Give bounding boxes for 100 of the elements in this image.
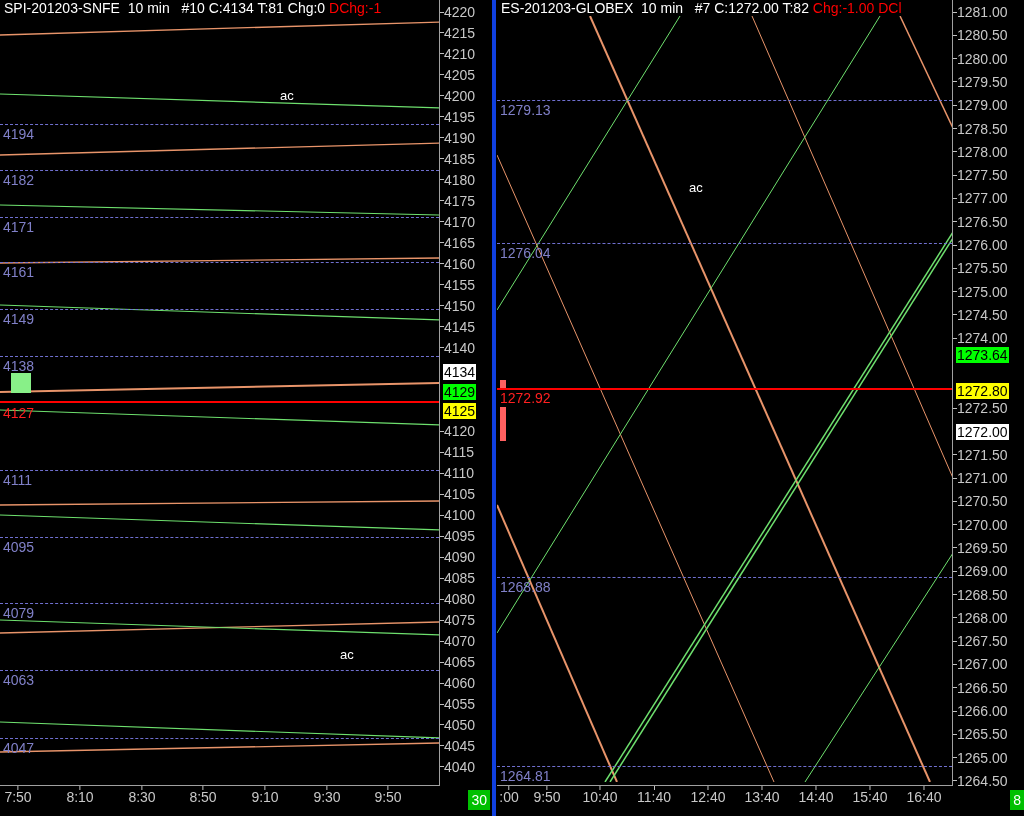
level-label: 4182: [3, 173, 35, 187]
price-tick-label: 1268.00: [957, 610, 1008, 625]
price-tick-label: 4070: [444, 634, 476, 649]
annotation-label: ac: [340, 648, 354, 661]
price-tick-label: 4220: [444, 5, 476, 19]
price-tick-label: 4080: [444, 592, 476, 607]
price-tick-label: 1270.00: [957, 517, 1008, 532]
price-tick-label: 1270.50: [957, 494, 1008, 509]
price-tick-label: 1266.00: [957, 704, 1008, 718]
price-tick-label: 4205: [444, 67, 476, 82]
level-label: 1279.13: [500, 103, 551, 117]
price-tick-label: 4140: [444, 340, 476, 355]
price-tick-label: 1279.00: [957, 98, 1008, 113]
price-tick-label: 1279.50: [957, 74, 1008, 89]
level-label: 4194: [3, 127, 35, 141]
level-label: 4063: [3, 673, 35, 687]
price-tick-label: 4110: [444, 466, 475, 481]
price-tick-label: 4100: [444, 508, 476, 523]
time-tick-label: 16:40: [906, 790, 942, 804]
price-tick-label: 4120: [444, 424, 476, 439]
price-tick-label: 4210: [444, 46, 476, 61]
price-tag: 4125: [443, 403, 477, 419]
time-tick-label: 9:50: [374, 790, 402, 804]
price-tick-label: 4040: [444, 759, 476, 774]
price-tick-label: 4175: [444, 193, 476, 208]
level-label: 4171: [3, 220, 35, 234]
price-tick-label: 1276.00: [957, 238, 1008, 252]
price-tick-label: 4065: [444, 655, 476, 670]
price-tick-label: 1274.00: [957, 331, 1008, 346]
price-tick-label: 1264.50: [957, 773, 1008, 788]
level-label: 1264.81: [500, 769, 551, 783]
annotation-label: ac: [280, 89, 294, 102]
level-label: 4111: [3, 473, 33, 487]
candle-icon: [500, 380, 506, 388]
price-tick-label: 4045: [444, 738, 476, 753]
time-tick-label: 15:40: [852, 790, 888, 804]
price-tick-label: 4190: [444, 130, 476, 145]
price-tick-label: 1277.50: [957, 168, 1008, 183]
price-tick-label: 4180: [444, 172, 476, 187]
price-tick-label: 4150: [444, 298, 476, 313]
price-tick-label: 4090: [444, 550, 476, 565]
price-bar: [11, 373, 31, 393]
time-tick-label: 8:10: [66, 790, 94, 804]
chart-header: SPI-201203-SNFE 10 min #10 C:4134 T:81 Chg:0: [4, 0, 327, 16]
price-tick-label: 1276.50: [957, 214, 1008, 229]
annotation-label: ac: [689, 181, 703, 194]
level-label: 4095: [3, 540, 35, 554]
time-tick-label: 9:30: [313, 790, 341, 804]
price-tick-label: 4215: [444, 25, 476, 40]
price-tag: 1272.80: [956, 383, 1009, 399]
price-tick-label: 1275.00: [957, 284, 1008, 299]
time-tick-label: 12:40: [690, 790, 726, 804]
time-tick-label: 7:50: [4, 790, 32, 804]
candle-icon: [500, 407, 506, 441]
price-tick-label: 4155: [444, 277, 476, 292]
time-tick-label: 10:40: [582, 790, 618, 804]
price-tick-label: 1271.00: [957, 471, 1008, 485]
price-tick-label: 1266.50: [957, 680, 1008, 695]
price-tag: 4134: [443, 364, 477, 380]
price-tick-label: 1267.50: [957, 634, 1008, 649]
bar-count-badge: 30: [468, 790, 490, 810]
price-tick-label: 1278.00: [957, 144, 1008, 159]
price-tick-label: 1281.00: [957, 5, 1008, 19]
price-tick-label: 1280.50: [957, 28, 1008, 43]
change-label: DChg:-1: [329, 0, 382, 16]
price-tag: 1273.64: [956, 347, 1009, 363]
price-tick-label: 1269.50: [957, 540, 1008, 555]
price-tick-label: 4105: [444, 487, 476, 502]
price-tick-label: 1271.50: [957, 447, 1008, 462]
price-tick-label: 1265.50: [957, 727, 1008, 742]
level-label: 4138: [3, 359, 35, 373]
price-tick-label: 1272.50: [957, 401, 1008, 416]
time-tick-label: 11:40: [637, 790, 671, 804]
time-tick-label: 8:30: [128, 790, 156, 804]
price-tick-label: 1265.00: [957, 750, 1008, 765]
price-tick-label: 4195: [444, 109, 476, 124]
price-tick-label: 1277.00: [957, 191, 1008, 206]
time-tick-label: 13:40: [744, 790, 780, 804]
price-tag: 1272.00: [956, 424, 1009, 440]
price-tick-label: 4055: [444, 697, 476, 711]
time-tick-label: 8:50: [189, 790, 217, 804]
time-tick-label: 14:40: [798, 790, 834, 804]
price-tick-label: 4115: [444, 445, 475, 460]
price-tick-label: 4075: [444, 613, 476, 628]
price-tick-label: 1269.00: [957, 564, 1008, 579]
level-label: 4149: [3, 312, 35, 326]
price-tick-label: 4200: [444, 88, 476, 103]
current-price-label: 1272.92: [500, 391, 551, 405]
time-tick-label: 9:10: [251, 790, 279, 804]
level-label: 4079: [3, 606, 35, 620]
price-tick-label: 4185: [444, 151, 476, 166]
price-tick-label: 1280.00: [957, 51, 1008, 66]
price-tick-label: 4085: [444, 571, 476, 586]
price-tick-label: 4145: [444, 319, 476, 334]
price-tick-label: 4060: [444, 676, 476, 691]
price-tick-label: 1278.50: [957, 121, 1008, 136]
level-label: 4161: [3, 265, 35, 279]
price-tick-label: 4160: [444, 256, 476, 271]
chart-header: ES-201203-GLOBEX 10 min #7 C:1272.00 T:82: [501, 0, 810, 16]
time-tick-label: :00: [499, 790, 519, 804]
